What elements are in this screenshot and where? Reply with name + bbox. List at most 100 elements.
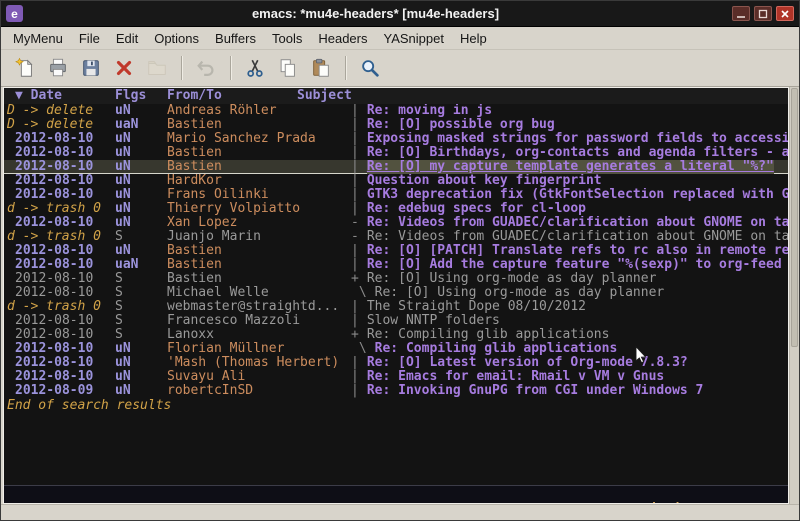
message-row[interactable]: 2012-08-10uNHardKor|Question about key f… (4, 174, 788, 188)
message-row[interactable]: D -> deleteuaNBastien|Re: [O] possible o… (4, 118, 788, 132)
message-row[interactable]: d -> trash 0Swebmaster@straightd...|The … (4, 300, 788, 314)
message-flags: uN (115, 202, 167, 216)
message-row[interactable]: 2012-08-10uNMario Sanchez Prada|Exposing… (4, 132, 788, 146)
message-row[interactable]: 2012-08-10uNFrans Oilinki|GTK3 deprecati… (4, 188, 788, 202)
message-row[interactable]: 2012-08-10uNBastien|Re: [O] my capture t… (4, 160, 788, 174)
close-icon (113, 57, 135, 79)
message-row[interactable]: 2012-08-10uNFlorian Müllner \Re: Compili… (4, 342, 788, 356)
message-date: 2012-08-10 (4, 272, 115, 286)
menu-options[interactable]: Options (146, 28, 207, 49)
column-header-flags[interactable]: Flgs (115, 88, 167, 104)
message-subject-cell: \Re: Compiling glib applications (351, 342, 788, 356)
message-row[interactable]: 2012-08-10SMichael Welle \Re: [O] Using … (4, 286, 788, 300)
close-button[interactable] (108, 54, 139, 83)
scrollbar-thumb[interactable] (791, 88, 798, 347)
paste-button[interactable] (305, 54, 336, 83)
scrollbar[interactable] (789, 87, 799, 504)
menu-edit[interactable]: Edit (108, 28, 146, 49)
message-flags: uaN (115, 118, 167, 132)
message-subject-cell: |GTK3 deprecation fix (GtkFontSelection … (351, 188, 788, 202)
close-icon (780, 9, 790, 19)
menu-file[interactable]: File (71, 28, 108, 49)
message-row[interactable]: 2012-08-10SFrancesco Mazzoli|Slow NNTP f… (4, 314, 788, 328)
message-subject: Re: [O] Birthdays, org-contacts and agen… (367, 146, 788, 160)
message-subject-cell: |Slow NNTP folders (351, 314, 788, 328)
mode-line[interactable]: *mu4e-headers* ( 5, 0) [All/2.0k] [mu4e-… (4, 485, 788, 503)
message-from: Xan Lopez (167, 216, 351, 230)
cut-button[interactable] (239, 54, 270, 83)
message-row[interactable]: 2012-08-10uNSuvayu Ali|Re: Emacs for ema… (4, 370, 788, 384)
message-row[interactable]: 2012-08-10uNBastien|Re: [O] [PATCH] Tran… (4, 244, 788, 258)
copy-icon (277, 57, 299, 79)
message-row[interactable]: d -> trash 0SJuanjo Marin-Re: Videos fro… (4, 230, 788, 244)
menu-buffers[interactable]: Buffers (207, 28, 264, 49)
window-resize-edge[interactable] (1, 504, 799, 520)
menu-headers[interactable]: Headers (310, 28, 375, 49)
menu-mymenu[interactable]: MyMenu (5, 28, 71, 49)
titlebar[interactable]: e emacs: *mu4e-headers* [mu4e-headers] (1, 1, 799, 27)
message-rows: D -> deleteuNAndreas Röhler|Re: moving i… (4, 104, 788, 398)
message-row[interactable]: 2012-08-10uaNBastien|Re: [O] Add the cap… (4, 258, 788, 272)
menu-yasnippet[interactable]: YASnippet (375, 28, 451, 49)
message-row[interactable]: d -> trash 0uNThierry Volpiatto|Re: edeb… (4, 202, 788, 216)
message-row[interactable]: 2012-08-10uNXan Lopez-Re: Videos from GU… (4, 216, 788, 230)
message-row[interactable]: D -> deleteuNAndreas Röhler|Re: moving i… (4, 104, 788, 118)
menu-tools[interactable]: Tools (264, 28, 310, 49)
new-file-button[interactable] (9, 54, 40, 83)
message-row[interactable]: 2012-08-10uNBastien|Re: [O] Birthdays, o… (4, 146, 788, 160)
message-date: 2012-08-10 (4, 370, 115, 384)
message-row[interactable]: 2012-08-10SLanoxx+Re: Compiling glib app… (4, 328, 788, 342)
copy-button[interactable] (272, 54, 303, 83)
message-flags: uN (115, 244, 167, 258)
minimize-button[interactable] (732, 6, 750, 21)
message-subject-cell: |Exposing masked strings for password fi… (351, 132, 788, 146)
column-header-subject[interactable]: Subject (297, 88, 788, 104)
save-button[interactable] (75, 54, 106, 83)
message-row[interactable]: 2012-08-10SBastien+Re: [O] Using org-mod… (4, 272, 788, 286)
thread-prefix: | (351, 188, 359, 202)
message-from: robertcInSD (167, 384, 351, 398)
message-from: Mario Sanchez Prada (167, 132, 351, 146)
message-flags: S (115, 230, 167, 244)
message-subject: Re: Videos from GUADEC/clarification abo… (367, 216, 788, 230)
message-flags: uN (115, 160, 167, 174)
message-row[interactable]: 2012-08-09uNrobertcInSD|Re: Invoking Gnu… (4, 384, 788, 398)
message-subject: Re: Invoking GnuPG from CGI under Window… (367, 384, 704, 398)
message-flags: uN (115, 188, 167, 202)
print-button[interactable] (42, 54, 73, 83)
emacs-window: e emacs: *mu4e-headers* [mu4e-headers] M… (0, 0, 800, 521)
message-list-area: D -> deleteuNAndreas Röhler|Re: moving i… (4, 104, 788, 485)
thread-prefix: | (351, 370, 359, 384)
message-subject-cell: |Re: [O] [PATCH] Translate refs to rc al… (351, 244, 788, 258)
message-flags: S (115, 314, 167, 328)
message-flags: uN (115, 356, 167, 370)
message-subject: Re: Compiling glib applications (367, 328, 610, 342)
message-flags: S (115, 328, 167, 342)
message-subject: Re: [O] Add the capture feature "%(sexp)… (367, 258, 782, 272)
message-date: 2012-08-10 (4, 174, 115, 188)
message-flags: uN (115, 132, 167, 146)
message-date: 2012-08-10 (4, 244, 115, 258)
cut-icon (244, 57, 266, 79)
message-flags: S (115, 300, 167, 314)
message-date: 2012-08-10 (4, 328, 115, 342)
thread-prefix: | (351, 356, 359, 370)
search-button[interactable] (354, 54, 385, 83)
new-file-icon (14, 57, 36, 79)
message-row[interactable]: 2012-08-10uN'Mash (Thomas Herbert)|Re: [… (4, 356, 788, 370)
message-subject-cell: |Re: Invoking GnuPG from CGI under Windo… (351, 384, 788, 398)
message-mark: d -> trash 0 (4, 300, 115, 314)
thread-prefix: | (351, 202, 359, 216)
message-from: 'Mash (Thomas Herbert) (167, 356, 351, 370)
toolbar-separator (181, 56, 183, 80)
close-button[interactable] (776, 6, 794, 21)
thread-prefix: \ (351, 342, 367, 356)
mu4e-headers-buffer: ▼ Date Flgs From/To Subject D -> deleteu… (3, 87, 789, 504)
column-header-date[interactable]: ▼ Date (4, 88, 115, 104)
toolbar-separator (230, 56, 232, 80)
column-header-from[interactable]: From/To (167, 88, 297, 104)
thread-prefix: | (351, 160, 359, 174)
thread-prefix: | (351, 174, 359, 188)
maximize-button[interactable] (754, 6, 772, 21)
menu-help[interactable]: Help (452, 28, 495, 49)
